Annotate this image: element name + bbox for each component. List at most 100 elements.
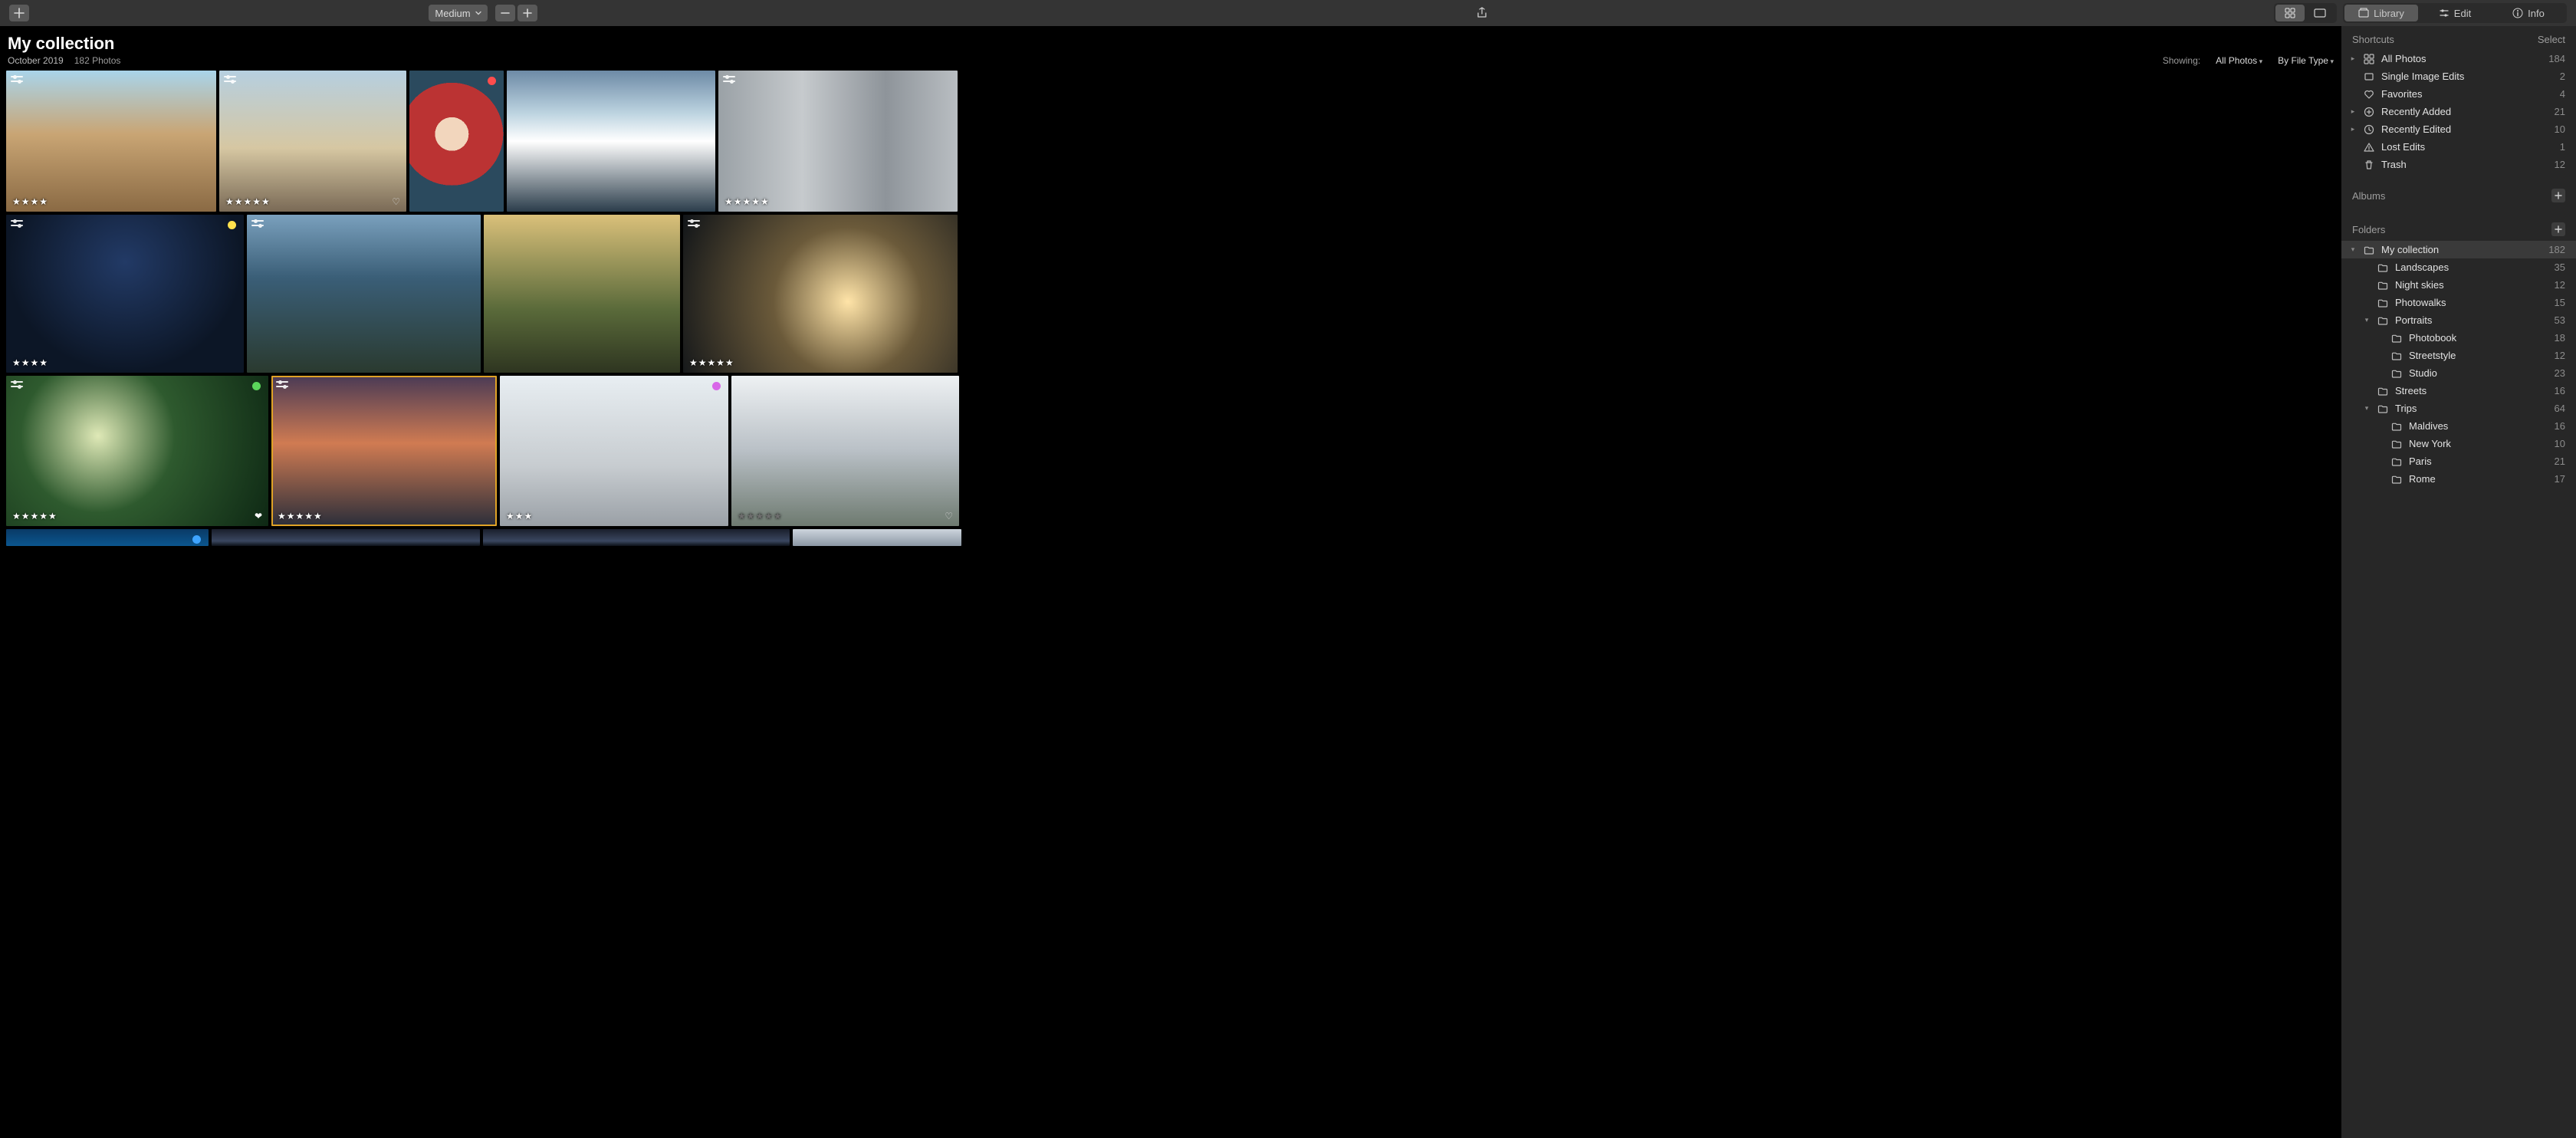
folder-label: Maldives — [2409, 420, 2548, 432]
folder-count: 64 — [2555, 403, 2565, 414]
folder-count: 182 — [2548, 244, 2565, 255]
shortcut-count: 4 — [2560, 88, 2565, 100]
folder-label: My collection — [2381, 244, 2542, 255]
folder-count: 21 — [2555, 456, 2565, 467]
clock-icon — [2364, 124, 2374, 135]
photo-thumbnail[interactable]: ★★★★ — [6, 71, 216, 212]
share-button[interactable] — [1471, 5, 1493, 21]
thumbnail-size-select[interactable]: Medium — [429, 5, 487, 21]
filter-dropdown[interactable]: All Photos — [2216, 55, 2262, 66]
folder-item[interactable]: Studio23 — [2341, 364, 2576, 382]
folder-item[interactable]: Maldives 16 — [2341, 417, 2576, 435]
disclosure-triangle[interactable]: ▸ — [2349, 125, 2357, 133]
disclosure-triangle[interactable]: ▸ — [2349, 107, 2357, 116]
library-tab[interactable]: Library — [2344, 5, 2418, 21]
photo-thumbnail[interactable]: ★★★★ — [6, 215, 244, 373]
photo-thumbnail[interactable]: ★★★★★ — [718, 71, 958, 212]
folder-item[interactable]: Streetstyle12 — [2341, 347, 2576, 364]
folder-label: Portraits — [2395, 314, 2548, 326]
folder-item[interactable]: Streets16 — [2341, 382, 2576, 400]
plus-icon — [14, 8, 25, 18]
folder-item[interactable]: Landscapes35 — [2341, 258, 2576, 276]
add-button[interactable] — [9, 5, 29, 21]
folder-label: New York — [2409, 438, 2548, 449]
photo-thumbnail[interactable] — [483, 529, 790, 546]
folder-icon — [2391, 368, 2402, 379]
folder-item[interactable]: Paris21 — [2341, 452, 2576, 470]
plus-icon — [2364, 107, 2374, 117]
rating-stars: ★★★★★ — [278, 511, 323, 521]
add-folder-button[interactable] — [2551, 222, 2565, 236]
mode-segment: Library Edit Info — [2343, 3, 2567, 23]
folder-item[interactable]: Rome 17 — [2341, 470, 2576, 488]
disclosure-triangle[interactable]: ▾ — [2363, 404, 2371, 413]
folder-count: 53 — [2555, 314, 2565, 326]
zoom-out-button[interactable] — [495, 5, 515, 21]
folder-item[interactable]: ▾ Portraits 53 — [2341, 311, 2576, 329]
disclosure-triangle[interactable]: ▸ — [2349, 54, 2357, 63]
shortcut-item[interactable]: Lost Edits1 — [2341, 138, 2576, 156]
shortcut-item[interactable]: ▸All Photos184 — [2341, 50, 2576, 67]
edit-tab[interactable]: Edit — [2418, 5, 2492, 21]
color-label-dot — [488, 77, 496, 85]
photo-thumbnail[interactable]: ★★★★★♡ — [219, 71, 406, 212]
photo-thumbnail[interactable] — [212, 529, 480, 546]
shortcut-count: 10 — [2555, 123, 2565, 135]
warn-icon — [2364, 142, 2374, 153]
photo-thumbnail[interactable]: ★★★★★ — [271, 376, 497, 526]
minus-icon — [500, 8, 511, 18]
folder-item[interactable]: Photowalks15 — [2341, 294, 2576, 311]
photo-thumbnail[interactable] — [6, 529, 209, 546]
folder-label: Photowalks — [2395, 297, 2548, 308]
photo-thumbnail[interactable]: ★★★★★♡ — [731, 376, 959, 526]
shortcut-label: All Photos — [2381, 53, 2542, 64]
folder-item[interactable]: Night skies12 — [2341, 276, 2576, 294]
disclosure-triangle[interactable]: ▾ — [2363, 316, 2371, 324]
info-tab[interactable]: Info — [2492, 5, 2565, 21]
shortcut-item[interactable]: Favorites4 — [2341, 85, 2576, 103]
photo-thumbnail[interactable] — [409, 71, 504, 212]
folder-count: 35 — [2555, 261, 2565, 273]
color-label-dot — [252, 382, 261, 390]
photo-thumbnail[interactable] — [484, 215, 680, 373]
photo-thumbnail[interactable] — [507, 71, 715, 212]
grid-view-button[interactable] — [2275, 5, 2305, 21]
shortcut-item[interactable]: ▸Recently Edited10 — [2341, 120, 2576, 138]
photo-thumbnail[interactable] — [793, 529, 961, 546]
rating-stars: ★★★★★ — [12, 511, 58, 521]
adjustments-icon — [224, 75, 236, 84]
disclosure-triangle[interactable]: ▾ — [2349, 245, 2357, 254]
showing-label: Showing: — [2163, 55, 2200, 66]
folder-item[interactable]: Photobook18 — [2341, 329, 2576, 347]
thumbnail-size-label: Medium — [435, 8, 470, 19]
adjustments-icon — [723, 75, 735, 84]
sort-dropdown[interactable]: By File Type — [2278, 55, 2334, 66]
single-view-button[interactable] — [2305, 5, 2335, 21]
folder-icon — [2391, 421, 2402, 432]
photo-thumbnail[interactable] — [247, 215, 481, 373]
folder-item[interactable]: New York 10 — [2341, 435, 2576, 452]
shortcut-item[interactable]: Trash12 — [2341, 156, 2576, 173]
folder-count: 17 — [2555, 473, 2565, 485]
zoom-in-button[interactable] — [518, 5, 537, 21]
add-album-button[interactable] — [2551, 189, 2565, 202]
favorite-icon: ♡ — [392, 196, 400, 207]
folder-item[interactable]: ▾Trips64 — [2341, 400, 2576, 417]
plus-icon — [2555, 225, 2562, 233]
folder-item[interactable]: ▾ My collection 182 — [2341, 241, 2576, 258]
folder-count: 10 — [2555, 438, 2565, 449]
info-icon — [2512, 8, 2523, 18]
adjustments-icon — [11, 380, 23, 390]
shortcut-item[interactable]: Single Image Edits2 — [2341, 67, 2576, 85]
photo-thumbnail[interactable]: ★★★ — [500, 376, 728, 526]
photo-thumbnail[interactable]: ★★★★★❤ — [6, 376, 268, 526]
folder-icon — [2391, 333, 2402, 344]
content-area: My collection October 2019 182 Photos Sh… — [0, 26, 2341, 1138]
folder-label: Rome — [2409, 473, 2548, 485]
photo-thumbnail[interactable]: ★★★★★ — [683, 215, 958, 373]
color-label-dot — [192, 535, 201, 544]
shortcut-item[interactable]: ▸Recently Added21 — [2341, 103, 2576, 120]
color-label-dot — [712, 382, 721, 390]
select-button[interactable]: Select — [2538, 34, 2565, 45]
folder-count: 16 — [2555, 420, 2565, 432]
